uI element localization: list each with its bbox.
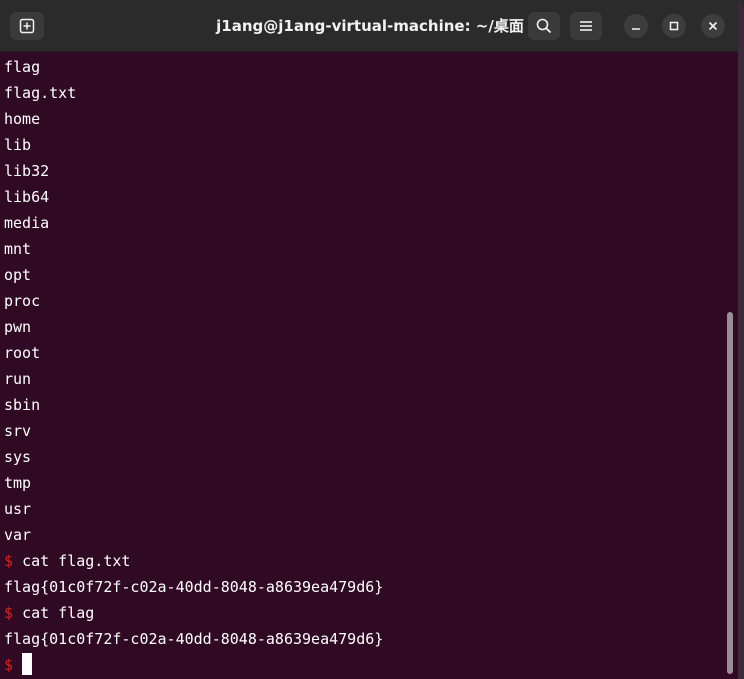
output-line: pwn (4, 318, 32, 336)
output-line: mnt (4, 240, 32, 258)
new-tab-icon (19, 18, 35, 34)
prompt-symbol: $ (4, 656, 14, 674)
new-tab-button[interactable] (10, 12, 44, 40)
output-line: tmp (4, 474, 32, 492)
output-line: flag{01c0f72f-c02a-40dd-8048-a8639ea479d… (4, 578, 384, 596)
window-edge (738, 0, 744, 679)
command-text: cat flag.txt (22, 552, 131, 570)
maximize-button[interactable] (662, 14, 686, 38)
output-line: sys (4, 448, 32, 466)
close-icon (708, 21, 718, 31)
command-line: $ cat flag.txt (4, 548, 734, 574)
output-line: media (4, 214, 50, 232)
minimize-icon (632, 28, 640, 30)
output-line: opt (4, 266, 32, 284)
hamburger-menu-icon (580, 21, 592, 31)
output-line: flag{01c0f72f-c02a-40dd-8048-a8639ea479d… (4, 630, 384, 648)
output-line: flag (4, 58, 41, 76)
output-line: lib32 (4, 162, 50, 180)
menu-button[interactable] (570, 12, 602, 40)
output-line: lib64 (4, 188, 50, 206)
output-line: run (4, 370, 32, 388)
terminal-output[interactable]: flag flag.txt home lib lib32 lib64 media mnt opt… (0, 54, 734, 679)
window-title: j1ang@j1ang-virtual-machine: ~/桌面 (216, 17, 524, 35)
output-line: proc (4, 292, 41, 310)
title-bar: j1ang@j1ang-virtual-machine: ~/桌面 (0, 0, 744, 52)
output-line: var (4, 526, 32, 544)
text-cursor (22, 653, 33, 675)
output-line: flag.txt (4, 84, 77, 102)
output-line: root (4, 344, 41, 362)
terminal-window: j1ang@j1ang-virtual-machine: ~/桌面 flag f… (0, 0, 744, 679)
prompt-symbol: $ (4, 604, 14, 622)
output-line: lib (4, 136, 32, 154)
prompt-symbol: $ (4, 552, 14, 570)
output-line: sbin (4, 396, 41, 414)
current-prompt-line[interactable]: $ (4, 652, 734, 678)
scrollbar-thumb[interactable] (727, 312, 733, 674)
command-line: $ cat flag (4, 600, 734, 626)
output-line: usr (4, 500, 32, 518)
search-button[interactable] (528, 12, 560, 40)
output-line: home (4, 110, 41, 128)
maximize-icon (669, 21, 679, 31)
output-line: srv (4, 422, 32, 440)
command-text: cat flag (22, 604, 95, 622)
close-button[interactable] (701, 14, 725, 38)
minimize-button[interactable] (624, 14, 648, 38)
search-icon (536, 18, 552, 34)
